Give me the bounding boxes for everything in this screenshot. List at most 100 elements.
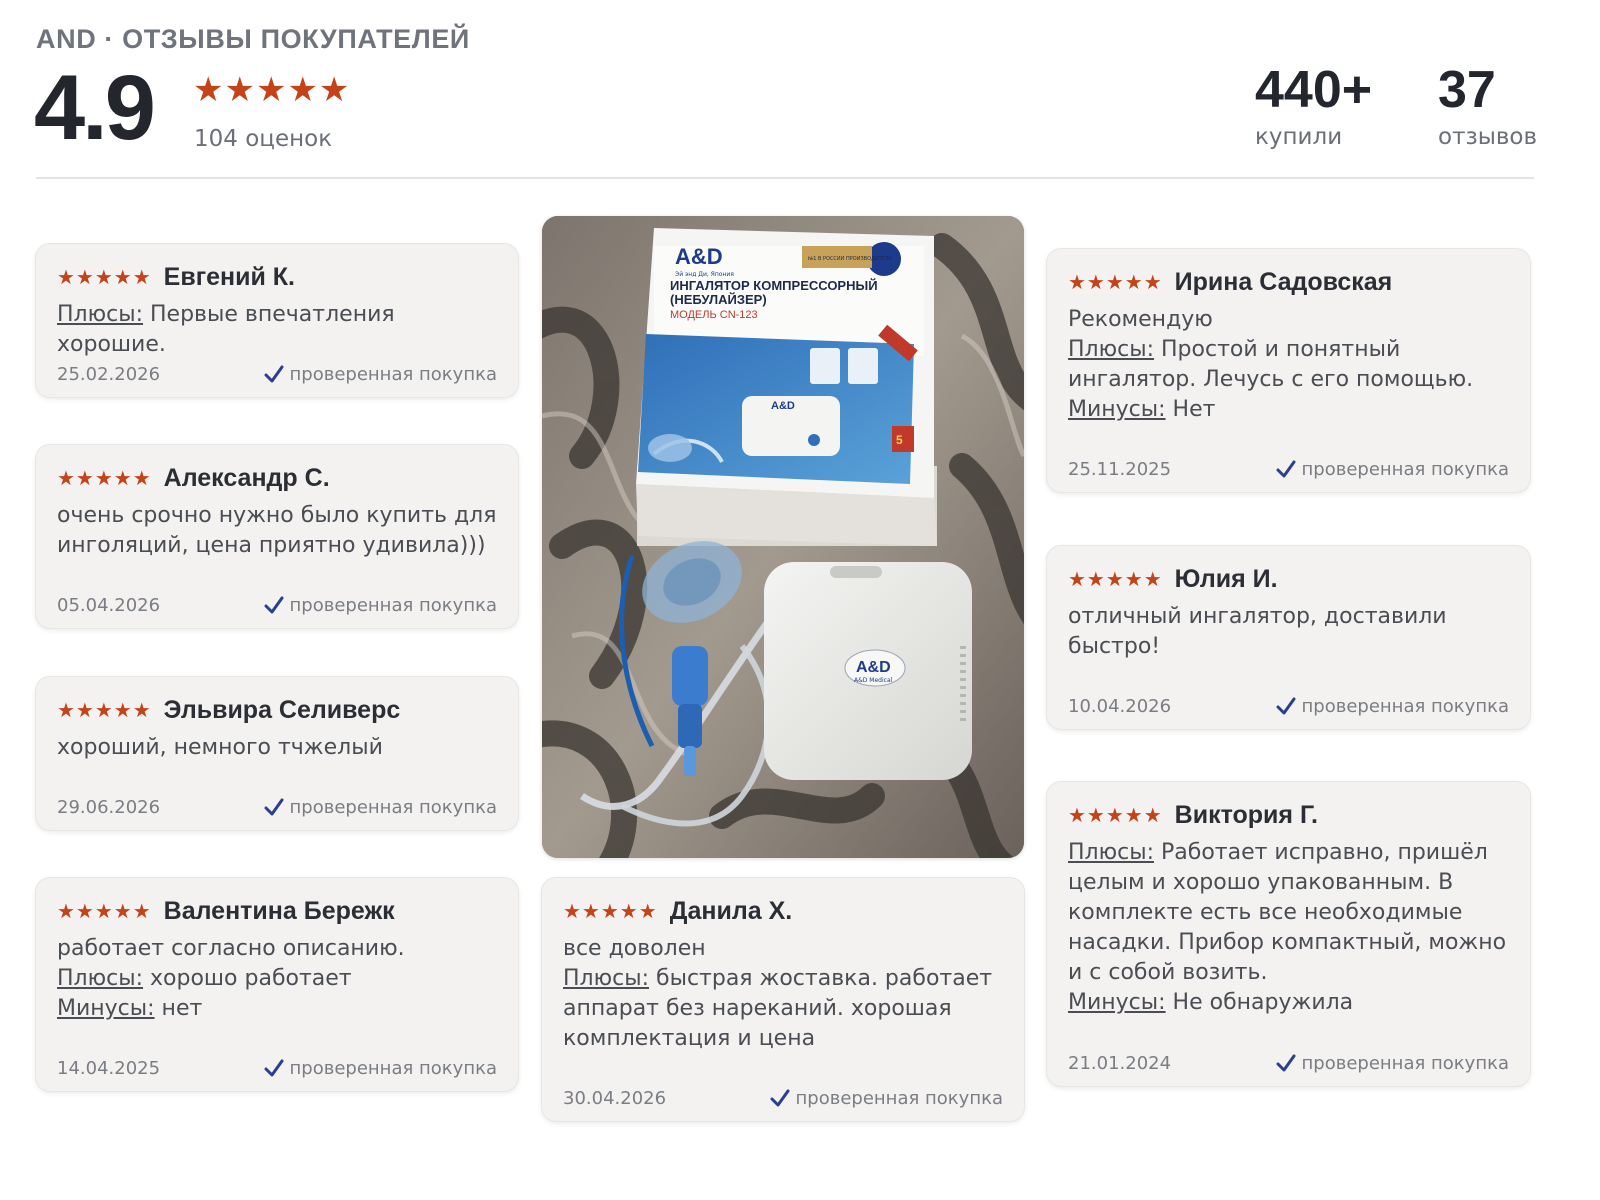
review-stars: ★★★★★ <box>563 899 658 923</box>
check-icon <box>264 1059 284 1076</box>
cons-text: нет <box>154 996 203 1021</box>
pros-text: хорошо работает <box>143 966 352 991</box>
comment-text: Рекомендую <box>1068 307 1213 332</box>
verified-label: проверенная покупка <box>1301 459 1509 480</box>
verified-label: проверенная покупка <box>289 364 497 385</box>
review-date: 05.04.2026 <box>57 595 161 616</box>
stat-bought-label: купили <box>1255 124 1343 150</box>
check-icon <box>1276 697 1296 714</box>
check-icon <box>264 596 284 613</box>
review-stars: ★★★★★ <box>1068 567 1163 591</box>
verified-badge: проверенная покупка <box>264 595 497 616</box>
svg-text:№1 В РОССИИ ПРОИЗВОДИТЕЛЬ: №1 В РОССИИ ПРОИЗВОДИТЕЛЬ <box>808 256 893 262</box>
review-author: Данила Х. <box>669 896 793 925</box>
review-date: 10.04.2026 <box>1068 696 1172 717</box>
svg-text:5: 5 <box>896 433 903 447</box>
check-icon <box>264 365 284 382</box>
stat-reviews-value: 37 <box>1438 61 1496 119</box>
verified-label: проверенная покупка <box>795 1088 1003 1109</box>
svg-text:МОДЕЛЬ CN-123: МОДЕЛЬ CN-123 <box>670 309 758 321</box>
average-rating: 4.9 <box>34 57 156 159</box>
review-date: 29.06.2026 <box>57 797 161 818</box>
header-divider <box>36 177 1534 179</box>
review-stars: ★★★★★ <box>1068 803 1163 827</box>
check-icon <box>1276 1054 1296 1071</box>
stat-reviews-label: отзывов <box>1438 124 1538 150</box>
check-icon <box>264 798 284 815</box>
review-text: очень срочно нужно было купить для ингол… <box>57 503 497 558</box>
review-author: Валентина Бережк <box>163 896 395 925</box>
review-card[interactable]: ★★★★★ Юлия И. отличный ингалятор, достав… <box>1047 546 1530 729</box>
review-card[interactable]: ★★★★★ Валентина Бережк работает согласно… <box>36 878 518 1091</box>
review-card[interactable]: ★★★★★ Александр С. очень срочно нужно бы… <box>36 445 518 628</box>
review-date: 25.02.2026 <box>57 364 161 385</box>
verified-label: проверенная покупка <box>1301 1053 1509 1074</box>
review-text: работает согласно описанию. Плюсы: хорош… <box>57 934 497 1024</box>
verified-badge: проверенная покупка <box>1276 696 1509 717</box>
review-stars: ★★★★★ <box>57 466 152 490</box>
review-date: 21.01.2024 <box>1068 1053 1172 1074</box>
svg-text:A&D Medical: A&D Medical <box>854 677 893 684</box>
review-text: Плюсы: Первые впечатления хорошие. <box>57 300 497 360</box>
review-date: 25.11.2025 <box>1068 459 1172 480</box>
verified-badge: проверенная покупка <box>770 1088 1003 1109</box>
svg-text:(НЕБУЛАЙЗЕР): (НЕБУЛАЙЗЕР) <box>670 292 767 307</box>
rating-count: 104 оценок <box>194 126 333 152</box>
verified-badge: проверенная покупка <box>264 364 497 385</box>
review-text: отличный ингалятор, доставили быстро! <box>1068 604 1447 659</box>
verified-label: проверенная покупка <box>289 1058 497 1079</box>
comment-text: все доволен <box>563 936 706 961</box>
review-text: хороший, немного тчжелый <box>57 735 383 760</box>
comment-text: работает согласно описанию. <box>57 936 405 961</box>
svg-text:Эй энд Ди, Япония: Эй энд Ди, Япония <box>675 271 734 278</box>
review-card[interactable]: ★★★★★ Виктория Г. Плюсы: Работает исправ… <box>1047 782 1530 1086</box>
review-text: Плюсы: Работает исправно, пришёл целым и… <box>1068 838 1509 1018</box>
review-author: Александр С. <box>163 463 330 492</box>
verified-label: проверенная покупка <box>289 797 497 818</box>
review-author: Виктория Г. <box>1174 800 1318 829</box>
box-brand-logo: A&D <box>675 244 723 269</box>
pros-label: Плюсы: <box>1068 337 1155 362</box>
rating-stars: ★★★★★ <box>193 70 351 110</box>
review-text: все доволен Плюсы: быстрая жоставка. раб… <box>563 934 1003 1054</box>
review-card[interactable]: ★★★★★ Евгений К. Плюсы: Первые впечатлен… <box>36 244 518 397</box>
cons-text: Нет <box>1165 397 1216 422</box>
verified-label: проверенная покупка <box>289 595 497 616</box>
stat-bought: 440+ купили <box>1255 58 1372 150</box>
review-card[interactable]: ★★★★★ Эльвира Селиверс хороший, немного … <box>36 677 518 830</box>
device-brand-logo: A&D <box>856 659 891 676</box>
review-author: Евгений К. <box>163 262 296 291</box>
pros-label: Плюсы: <box>1068 840 1155 865</box>
review-author: Юлия И. <box>1174 564 1278 593</box>
stat-bought-value: 440+ <box>1255 61 1373 119</box>
review-author: Эльвира Селиверс <box>163 695 401 724</box>
review-date: 30.04.2026 <box>563 1088 667 1109</box>
review-stars: ★★★★★ <box>57 698 152 722</box>
verified-badge: проверенная покупка <box>1276 1053 1509 1074</box>
verified-badge: проверенная покупка <box>264 797 497 818</box>
verified-badge: проверенная покупка <box>1276 459 1509 480</box>
check-icon <box>1276 460 1296 477</box>
verified-badge: проверенная покупка <box>264 1058 497 1079</box>
pros-label: Плюсы: <box>57 302 144 327</box>
review-author: Ирина Садовская <box>1174 267 1393 296</box>
pros-label: Плюсы: <box>57 966 144 991</box>
cons-label: Минусы: <box>1068 990 1166 1015</box>
svg-text:ИНГАЛЯТОР КОМПРЕССОРНЫЙ: ИНГАЛЯТОР КОМПРЕССОРНЫЙ <box>670 278 878 293</box>
cons-label: Минусы: <box>1068 397 1166 422</box>
cons-text: Не обнаружила <box>1165 990 1354 1015</box>
pros-label: Плюсы: <box>563 966 650 991</box>
stat-reviews: 37 отзывов <box>1438 58 1537 150</box>
check-icon <box>770 1089 790 1106</box>
page-subtitle: AND · ОТЗЫВЫ ПОКУПАТЕЛЕЙ <box>36 24 470 54</box>
review-text: Рекомендую Плюсы: Простой и понятный инг… <box>1068 305 1509 425</box>
review-stars: ★★★★★ <box>57 265 152 289</box>
review-card[interactable]: ★★★★★ Данила Х. все доволен Плюсы: быстр… <box>542 878 1024 1121</box>
review-photo[interactable]: A&D Эй энд Ди, Япония №1 В РОССИИ ПРОИЗВ… <box>542 216 1024 858</box>
review-date: 14.04.2025 <box>57 1058 161 1079</box>
svg-text:A&D: A&D <box>771 400 795 412</box>
verified-label: проверенная покупка <box>1301 696 1509 717</box>
cons-label: Минусы: <box>57 996 155 1021</box>
review-card[interactable]: ★★★★★ Ирина Садовская Рекомендую Плюсы: … <box>1047 249 1530 492</box>
review-stars: ★★★★★ <box>57 899 152 923</box>
